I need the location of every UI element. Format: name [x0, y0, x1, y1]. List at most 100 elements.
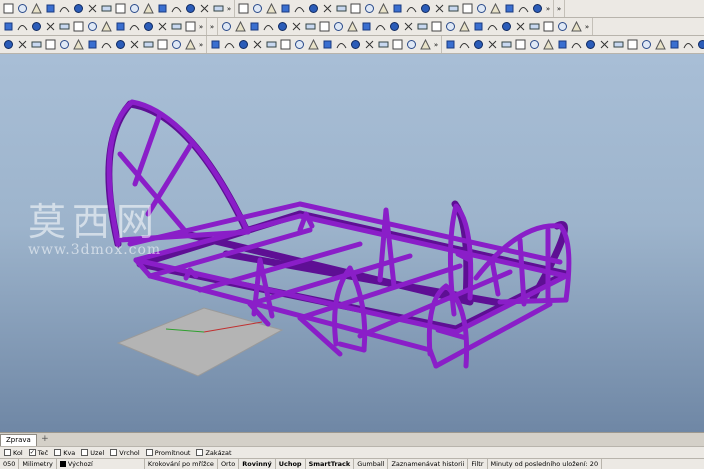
- file-tool-icon[interactable]: [2, 3, 14, 15]
- status-toggle-7[interactable]: Filtr: [468, 459, 488, 469]
- draw-tool-icon[interactable]: [100, 39, 112, 51]
- units-display[interactable]: Milimetry: [19, 459, 57, 469]
- edit-tool-icon[interactable]: [170, 21, 182, 33]
- edit-tool-icon[interactable]: [156, 21, 168, 33]
- solid-tool-icon[interactable]: [416, 21, 428, 33]
- view-tool-icon[interactable]: [279, 3, 291, 15]
- view-tool-icon[interactable]: [377, 3, 389, 15]
- view-tool-icon[interactable]: [335, 3, 347, 15]
- toolbar-overflow-chevron-icon[interactable]: »: [583, 23, 591, 31]
- file-tool-icon[interactable]: [114, 3, 126, 15]
- file-tool-icon[interactable]: [30, 3, 42, 15]
- solid-tool-icon[interactable]: [374, 21, 386, 33]
- view-tool-icon[interactable]: [461, 3, 473, 15]
- surface-tool-icon[interactable]: [682, 39, 694, 51]
- curve-tool-icon[interactable]: [237, 39, 249, 51]
- solid-tool-icon[interactable]: [220, 21, 232, 33]
- edit-tool-icon[interactable]: [44, 21, 56, 33]
- file-tool-icon[interactable]: [198, 3, 210, 15]
- view-tool-icon[interactable]: [405, 3, 417, 15]
- toolbar-overflow-chevron-icon[interactable]: »: [208, 23, 216, 31]
- view-tab-zprava[interactable]: Zprava: [0, 434, 37, 446]
- surface-tool-icon[interactable]: [654, 39, 666, 51]
- file-tool-icon[interactable]: [184, 3, 196, 15]
- view-tool-icon[interactable]: [251, 3, 263, 15]
- draw-tool-icon[interactable]: [86, 39, 98, 51]
- solid-tool-icon[interactable]: [570, 21, 582, 33]
- draw-tool-icon[interactable]: [128, 39, 140, 51]
- draw-tool-icon[interactable]: [16, 39, 28, 51]
- osnap-checkbox[interactable]: [145, 449, 153, 456]
- curve-tool-icon[interactable]: [265, 39, 277, 51]
- draw-tool-icon[interactable]: [114, 39, 126, 51]
- curve-tool-icon[interactable]: [209, 39, 221, 51]
- view-tool-icon[interactable]: [475, 3, 487, 15]
- view-tool-icon[interactable]: [419, 3, 431, 15]
- surface-tool-icon[interactable]: [458, 39, 470, 51]
- osnap-zakázat[interactable]: Zakázat: [196, 449, 232, 457]
- file-tool-icon[interactable]: [44, 3, 56, 15]
- edit-tool-icon[interactable]: [86, 21, 98, 33]
- view-tool-icon[interactable]: [349, 3, 361, 15]
- draw-tool-icon[interactable]: [142, 39, 154, 51]
- draw-tool-icon[interactable]: [72, 39, 84, 51]
- draw-tool-icon[interactable]: [44, 39, 56, 51]
- curve-tool-icon[interactable]: [293, 39, 305, 51]
- surface-tool-icon[interactable]: [486, 39, 498, 51]
- toolbar-overflow-chevron-icon[interactable]: »: [555, 5, 563, 13]
- view-tool-icon[interactable]: [307, 3, 319, 15]
- surface-tool-icon[interactable]: [640, 39, 652, 51]
- solid-tool-icon[interactable]: [472, 21, 484, 33]
- status-toggle-8[interactable]: Minuty od posledního uložení: 20: [488, 459, 603, 469]
- solid-tool-icon[interactable]: [528, 21, 540, 33]
- osnap-checkbox[interactable]: ✓: [28, 449, 36, 456]
- draw-tool-icon[interactable]: [156, 39, 168, 51]
- curve-tool-icon[interactable]: [321, 39, 333, 51]
- surface-tool-icon[interactable]: [472, 39, 484, 51]
- osnap-checkbox[interactable]: [110, 449, 118, 456]
- curve-tool-icon[interactable]: [405, 39, 417, 51]
- osnap-checkbox[interactable]: [196, 449, 204, 456]
- status-toggle-6[interactable]: Zaznamenávat historii: [388, 459, 469, 469]
- view-tool-icon[interactable]: [321, 3, 333, 15]
- curve-tool-icon[interactable]: [391, 39, 403, 51]
- toolbar-overflow-chevron-icon[interactable]: »: [432, 41, 440, 49]
- curve-tool-icon[interactable]: [251, 39, 263, 51]
- osnap-checkbox[interactable]: [4, 449, 11, 456]
- solid-tool-icon[interactable]: [388, 21, 400, 33]
- view-tool-icon[interactable]: [433, 3, 445, 15]
- surface-tool-icon[interactable]: [584, 39, 596, 51]
- edit-tool-icon[interactable]: [16, 21, 28, 33]
- osnap-kol[interactable]: Kol: [4, 449, 23, 457]
- solid-tool-icon[interactable]: [542, 21, 554, 33]
- view-tool-icon[interactable]: [489, 3, 501, 15]
- solid-tool-icon[interactable]: [290, 21, 302, 33]
- file-tool-icon[interactable]: [100, 3, 112, 15]
- curve-tool-icon[interactable]: [349, 39, 361, 51]
- solid-tool-icon[interactable]: [514, 21, 526, 33]
- view-tool-icon[interactable]: [363, 3, 375, 15]
- view-tool-icon[interactable]: [391, 3, 403, 15]
- solid-tool-icon[interactable]: [262, 21, 274, 33]
- solid-tool-icon[interactable]: [500, 21, 512, 33]
- edit-tool-icon[interactable]: [2, 21, 14, 33]
- osnap-checkbox[interactable]: [81, 449, 89, 456]
- file-tool-icon[interactable]: [170, 3, 182, 15]
- status-toggle-4[interactable]: SmartTrack: [306, 459, 355, 469]
- status-toggle-0[interactable]: Krokování po mřížce: [145, 459, 218, 469]
- edit-tool-icon[interactable]: [128, 21, 140, 33]
- osnap-uzel[interactable]: Uzel: [81, 449, 104, 457]
- surface-tool-icon[interactable]: [668, 39, 680, 51]
- file-tool-icon[interactable]: [72, 3, 84, 15]
- solid-tool-icon[interactable]: [360, 21, 372, 33]
- draw-tool-icon[interactable]: [184, 39, 196, 51]
- view-tool-icon[interactable]: [517, 3, 529, 15]
- solid-tool-icon[interactable]: [304, 21, 316, 33]
- surface-tool-icon[interactable]: [556, 39, 568, 51]
- solid-tool-icon[interactable]: [556, 21, 568, 33]
- osnap-promítnout[interactable]: Promítnout: [145, 449, 190, 457]
- file-tool-icon[interactable]: [128, 3, 140, 15]
- solid-tool-icon[interactable]: [444, 21, 456, 33]
- curve-tool-icon[interactable]: [223, 39, 235, 51]
- status-toggle-2[interactable]: Rovinný: [239, 459, 276, 469]
